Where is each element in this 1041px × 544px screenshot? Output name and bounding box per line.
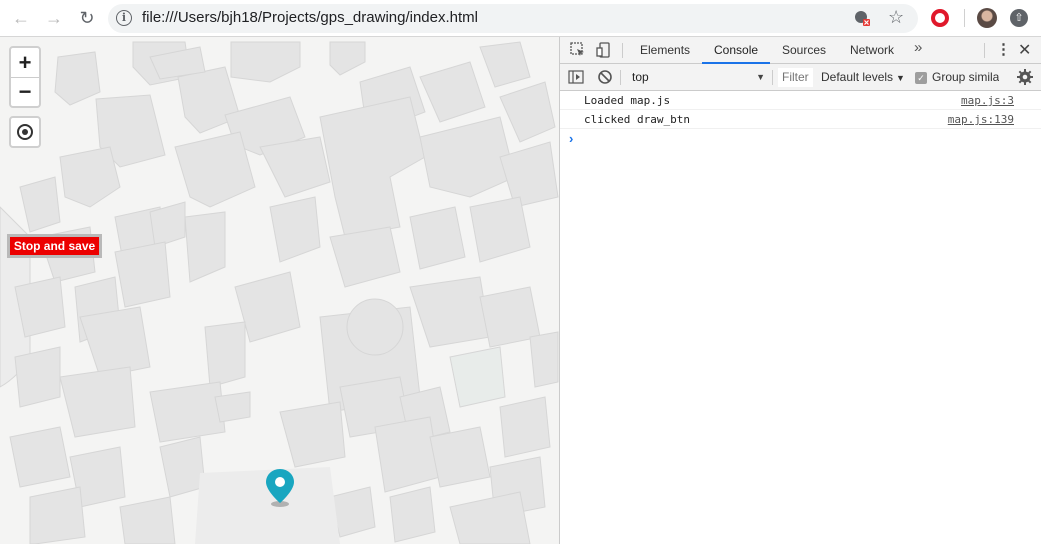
console-message-text: clicked draw_btn [584,113,690,126]
tab-divider [984,43,985,58]
chevron-down-icon: ▼ [896,73,905,83]
console-message: Loaded map.js map.js:3 [560,91,1041,110]
avatar[interactable] [977,8,997,28]
log-levels-label: Default levels [821,70,894,84]
star-icon[interactable]: ☆ [888,7,904,28]
opera-icon[interactable] [931,9,949,27]
map-marker-icon[interactable] [265,468,295,508]
context-select[interactable]: top ▼ [623,67,769,88]
tab-elements[interactable]: Elements [640,37,690,64]
map-view[interactable]: + − Stop and save [0,37,559,544]
clear-console-icon[interactable] [597,69,613,85]
locate-button[interactable] [9,116,41,148]
reload-icon[interactable]: ↻ [75,7,99,29]
devtools-panel: Elements Console Sources Network » ⋮ ✕ t… [559,37,1041,544]
inspect-element-icon[interactable] [570,42,586,58]
group-similar-label[interactable]: Group similar [932,67,999,88]
console-message-source-link[interactable]: map.js:3 [961,91,1014,110]
console-message-source-link[interactable]: map.js:139 [948,110,1014,129]
console-toolbar: top ▼ Filter Default levels ▼ ✓ Group sim… [560,64,1041,91]
arrow-forward-icon[interactable]: → [42,7,66,29]
tab-console[interactable]: Console [702,37,771,64]
console-message: clicked draw_btn map.js:139 [560,110,1041,129]
zoom-control: + − [9,46,41,108]
address-url[interactable]: file:///Users/bjh18/Projects/gps_drawing… [142,9,478,26]
tab-network[interactable]: Network [850,37,894,64]
filter-input[interactable]: Filter [778,68,813,87]
zoom-out-button[interactable]: − [11,77,39,106]
update-icon[interactable]: ⇧ [1010,9,1028,27]
crosshair-icon [17,124,33,140]
toolbar-divider [964,9,965,27]
gear-icon[interactable] [1016,68,1034,86]
console-prompt[interactable]: › [560,129,1041,149]
zoom-in-button[interactable]: + [11,48,39,77]
arrow-back-icon[interactable]: ← [9,7,33,29]
group-similar-checkbox[interactable]: ✓ [915,72,927,84]
log-levels-dropdown[interactable]: Default levels ▼ [821,67,905,89]
context-value: top [632,70,649,84]
tab-sources[interactable]: Sources [782,37,826,64]
console-message-text: Loaded map.js [584,94,671,107]
address-bar[interactable]: i file:///Users/bjh18/Projects/gps_drawi… [108,4,918,33]
tab-divider [622,43,623,58]
toolbar-divider [620,70,621,85]
info-icon[interactable]: i [116,10,132,26]
device-toolbar-icon[interactable] [596,42,612,58]
blocked-content-icon[interactable] [854,10,870,26]
toolbar-divider [772,70,773,85]
kebab-menu-icon[interactable]: ⋮ [996,40,1011,58]
more-tabs-icon[interactable]: » [914,39,922,56]
chevron-down-icon: ▼ [756,72,765,82]
console-output: Loaded map.js map.js:3 clicked draw_btn … [560,91,1041,149]
devtools-tabbar: Elements Console Sources Network » ⋮ ✕ [560,37,1041,64]
close-icon[interactable]: ✕ [1018,40,1031,60]
sidebar-toggle-icon[interactable] [568,69,584,85]
stop-and-save-button[interactable]: Stop and save [7,234,102,258]
browser-toolbar: ← → ↻ i file:///Users/bjh18/Projects/gps… [0,0,1041,37]
